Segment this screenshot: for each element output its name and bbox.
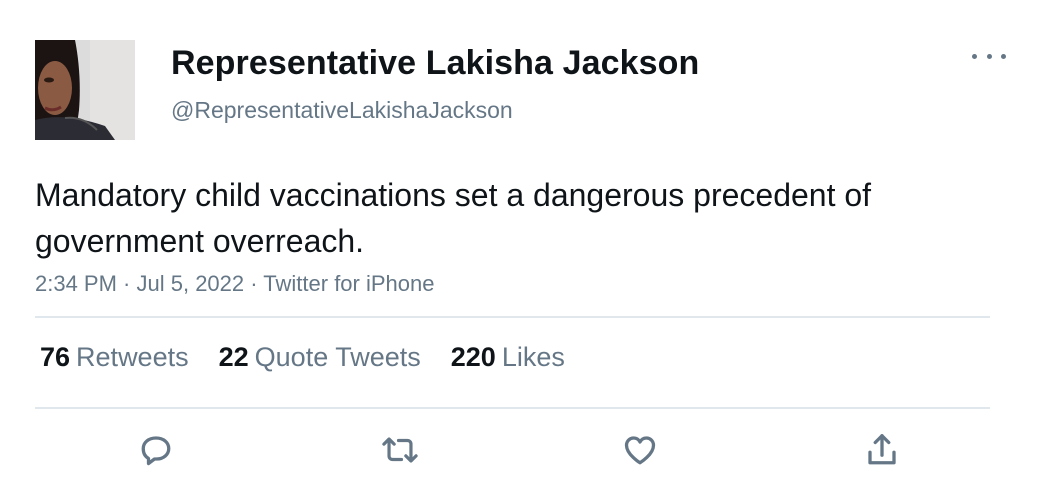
retweet-icon <box>382 437 418 463</box>
more-horizontal-icon <box>972 53 977 59</box>
tweet-time[interactable]: 2:34 PM <box>35 271 117 296</box>
reply-icon <box>141 436 171 466</box>
tweet-text: Mandatory child vaccinations set a dange… <box>35 177 872 259</box>
like-button[interactable] <box>620 428 660 472</box>
tweet-stats: 76 Retweets 22 Quote Tweets 220 Likes <box>40 342 595 373</box>
likes-count: 220 <box>450 342 496 372</box>
share-icon <box>868 434 896 465</box>
quote-tweets-label: Quote Tweets <box>254 342 421 372</box>
divider <box>35 407 990 409</box>
retweets-label: Retweets <box>76 342 189 372</box>
retweets-count: 76 <box>40 342 71 372</box>
more-options-button[interactable] <box>972 46 1006 66</box>
reply-button[interactable] <box>136 428 176 472</box>
retweet-button[interactable] <box>380 428 420 472</box>
tweet-meta: 2:34 PM · Jul 5, 2022 · Twitter for iPho… <box>35 271 435 296</box>
tweet-actions <box>0 428 1050 472</box>
quote-tweets-stat[interactable]: 22 Quote Tweets <box>219 342 421 373</box>
tweet-source[interactable]: Twitter for iPhone <box>263 271 434 296</box>
share-button[interactable] <box>862 428 902 472</box>
retweets-stat[interactable]: 76 Retweets <box>40 342 189 373</box>
quote-tweets-count: 22 <box>218 342 249 372</box>
avatar-image <box>35 40 135 140</box>
divider <box>35 316 990 318</box>
avatar[interactable] <box>35 40 135 140</box>
tweet-date[interactable]: Jul 5, 2022 <box>137 271 245 296</box>
author-handle[interactable]: @RepresentativeLakishaJackson <box>171 97 513 124</box>
author-name[interactable]: Representative Lakisha Jackson <box>171 44 699 83</box>
likes-label: Likes <box>501 342 565 372</box>
likes-stat[interactable]: 220 Likes <box>451 342 565 373</box>
heart-icon <box>624 436 656 465</box>
